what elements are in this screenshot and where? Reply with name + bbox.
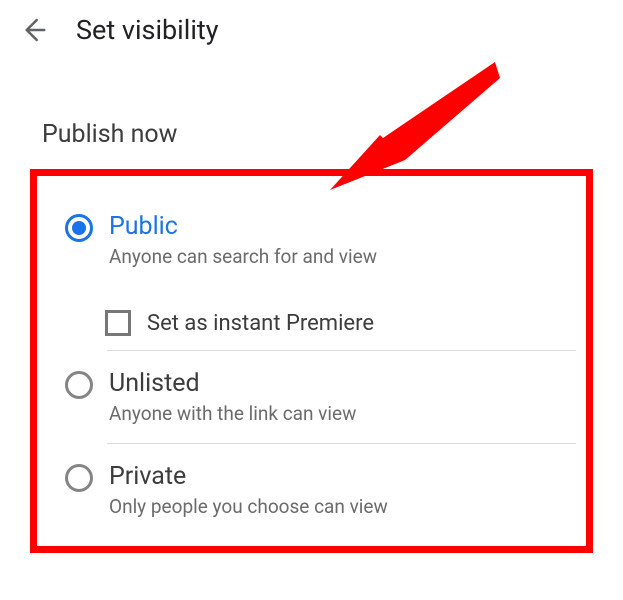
premiere-checkbox[interactable] bbox=[105, 310, 131, 336]
option-public[interactable]: Public Anyone can search for and view bbox=[47, 194, 576, 286]
premiere-option[interactable]: Set as instant Premiere bbox=[47, 286, 576, 350]
section-publish-now: Publish now bbox=[0, 60, 623, 149]
visibility-options: Public Anyone can search for and view Se… bbox=[30, 169, 593, 553]
radio-private[interactable] bbox=[65, 464, 93, 492]
header: Set visibility bbox=[0, 0, 623, 60]
option-title: Private bbox=[109, 462, 576, 491]
premiere-label: Set as instant Premiere bbox=[147, 311, 374, 336]
option-description: Only people you choose can view bbox=[109, 495, 576, 518]
option-unlisted[interactable]: Unlisted Anyone with the link can view bbox=[47, 351, 576, 443]
option-title: Unlisted bbox=[109, 369, 576, 398]
radio-unlisted[interactable] bbox=[65, 371, 93, 399]
option-title: Public bbox=[109, 212, 576, 241]
page-title: Set visibility bbox=[76, 14, 219, 46]
option-description: Anyone with the link can view bbox=[109, 402, 576, 425]
radio-public[interactable] bbox=[65, 214, 93, 242]
option-private[interactable]: Private Only people you choose can view bbox=[47, 444, 576, 536]
back-arrow-icon[interactable] bbox=[18, 15, 48, 45]
option-description: Anyone can search for and view bbox=[109, 245, 576, 268]
